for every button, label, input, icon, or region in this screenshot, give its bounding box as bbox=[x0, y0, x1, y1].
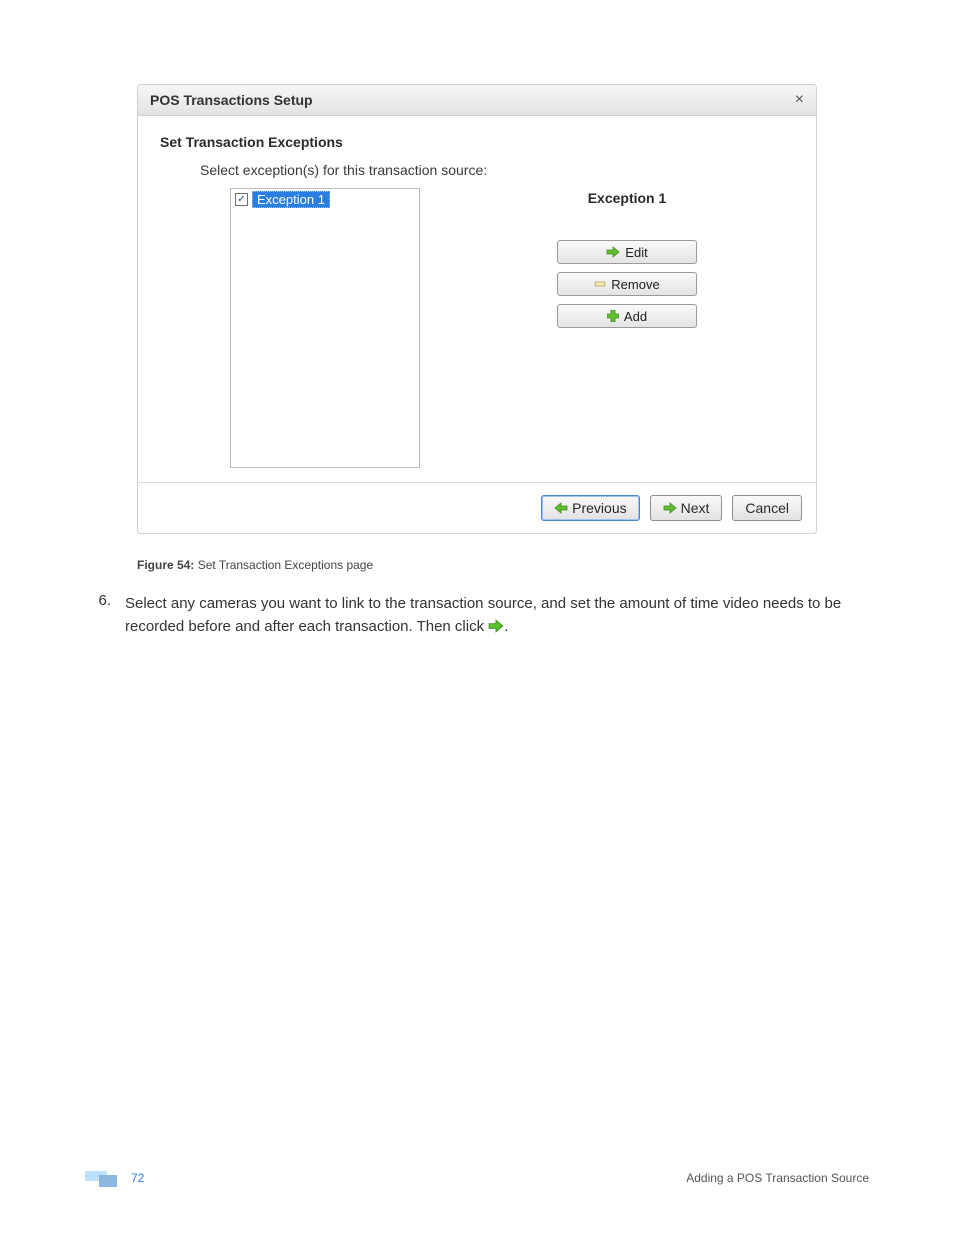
step-text-a: Select any cameras you want to link to t… bbox=[125, 595, 841, 635]
dialog-title: POS Transactions Setup bbox=[150, 92, 313, 108]
step-body: Select any cameras you want to link to t… bbox=[125, 592, 869, 639]
dialog-titlebar: POS Transactions Setup × bbox=[138, 85, 816, 116]
plus-icon bbox=[607, 310, 619, 322]
figure-caption: Figure 54: Set Transaction Exceptions pa… bbox=[137, 558, 869, 572]
instruction-text: Select exception(s) for this transaction… bbox=[200, 162, 794, 178]
arrow-right-icon bbox=[606, 246, 620, 258]
page-number: 72 bbox=[131, 1171, 144, 1185]
page-footer: 72 Adding a POS Transaction Source bbox=[85, 1169, 869, 1187]
figure-label: Figure 54: bbox=[137, 558, 194, 572]
footer-section-title: Adding a POS Transaction Source bbox=[686, 1171, 869, 1185]
arrow-left-icon bbox=[554, 502, 568, 514]
checkbox-icon[interactable]: ✓ bbox=[235, 193, 248, 206]
step-item: 6. Select any cameras you want to link t… bbox=[85, 592, 869, 639]
cancel-button-label: Cancel bbox=[745, 500, 789, 516]
section-heading: Set Transaction Exceptions bbox=[160, 134, 794, 150]
next-button-label: Next bbox=[681, 500, 710, 516]
step-number: 6. bbox=[85, 592, 111, 639]
step-text-b: . bbox=[504, 618, 508, 635]
next-button[interactable]: Next bbox=[650, 495, 723, 521]
remove-button[interactable]: Remove bbox=[557, 272, 697, 296]
previous-button-label: Previous bbox=[572, 500, 626, 516]
add-button-label: Add bbox=[624, 309, 647, 324]
remove-button-label: Remove bbox=[611, 277, 659, 292]
selected-exception-name: Exception 1 bbox=[460, 190, 794, 206]
arrow-right-icon bbox=[663, 502, 677, 514]
pos-transactions-setup-dialog: POS Transactions Setup × Set Transaction… bbox=[137, 84, 817, 534]
exceptions-listbox[interactable]: ✓ Exception 1 bbox=[230, 188, 420, 468]
list-item-label: Exception 1 bbox=[252, 191, 330, 208]
footer-logo-icon bbox=[85, 1169, 123, 1187]
details-pane: Exception 1 Edit Remove bbox=[460, 188, 794, 468]
close-icon[interactable]: × bbox=[795, 91, 804, 109]
previous-button[interactable]: Previous bbox=[541, 495, 639, 521]
dialog-footer: Previous Next Cancel bbox=[138, 482, 816, 533]
edit-button-label: Edit bbox=[625, 245, 647, 260]
add-button[interactable]: Add bbox=[557, 304, 697, 328]
list-item[interactable]: ✓ Exception 1 bbox=[231, 189, 419, 210]
edit-button[interactable]: Edit bbox=[557, 240, 697, 264]
arrow-right-icon bbox=[488, 619, 504, 633]
figure-text: Set Transaction Exceptions page bbox=[198, 558, 373, 572]
cancel-button[interactable]: Cancel bbox=[732, 495, 802, 521]
remove-icon bbox=[594, 279, 606, 289]
